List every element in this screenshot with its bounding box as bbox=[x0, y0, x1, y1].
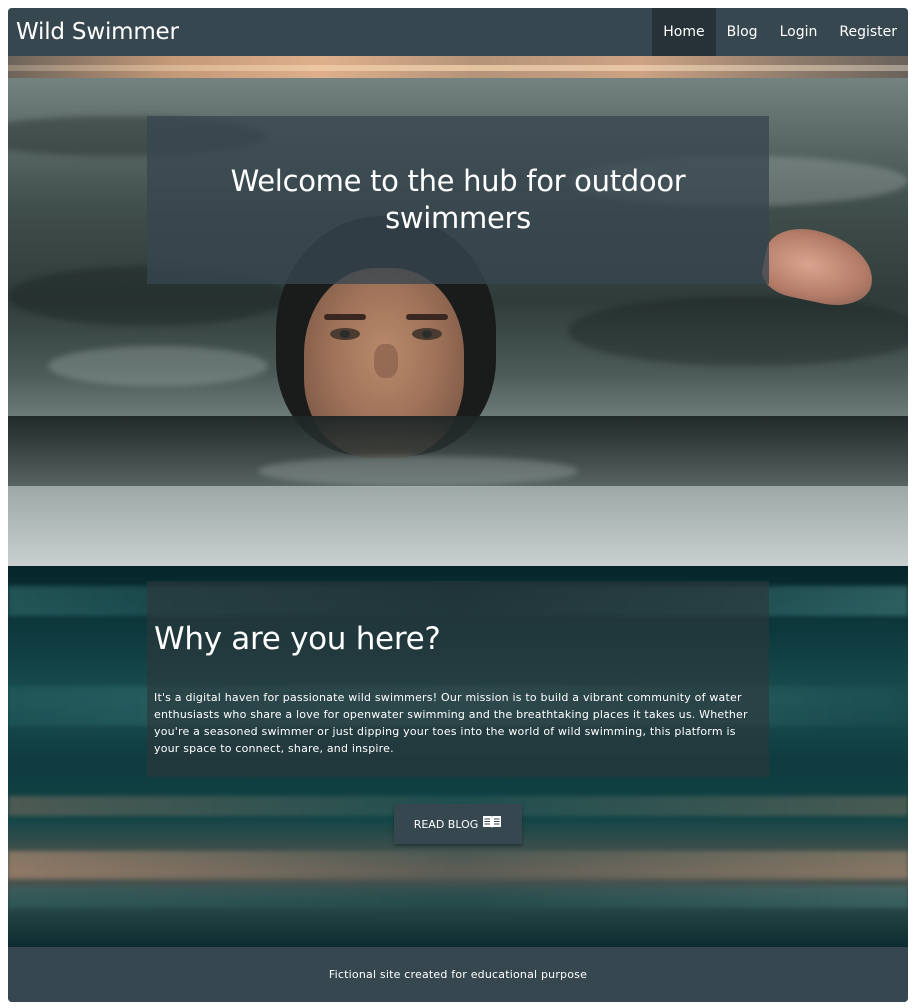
nav-item-register[interactable]: Register bbox=[828, 8, 908, 56]
hero-section: Welcome to the hub for outdoor swimmers bbox=[8, 56, 908, 566]
hero-wave bbox=[48, 346, 268, 386]
water-streak bbox=[8, 851, 908, 879]
hero-wave bbox=[258, 456, 578, 486]
open-book-icon bbox=[482, 815, 502, 829]
about-text: It's a digital haven for passionate wild… bbox=[154, 691, 748, 755]
hero-title: Welcome to the hub for outdoor swimmers bbox=[230, 164, 686, 235]
nav-links: Home Blog Login Register bbox=[652, 8, 908, 56]
water-streak bbox=[8, 886, 908, 908]
about-title: Why are you here? bbox=[154, 621, 441, 657]
footer-text: Fictional site created for educational p… bbox=[328, 968, 588, 981]
footer: Fictional site created for educational p… bbox=[8, 947, 908, 1002]
nav-item-blog[interactable]: Blog bbox=[716, 8, 769, 56]
read-blog-label: READ BLOG bbox=[413, 817, 479, 831]
about-box: Why are you here? It's a digital haven f… bbox=[147, 581, 769, 777]
hero-wave bbox=[568, 296, 908, 366]
about-section: Why are you here? It's a digital haven f… bbox=[8, 566, 908, 947]
brand-logo[interactable]: Wild Swimmer bbox=[16, 19, 179, 45]
hero-title-box: Welcome to the hub for outdoor swimmers bbox=[147, 116, 769, 284]
read-blog-button[interactable]: READ BLOG bbox=[394, 804, 522, 844]
page-frame: Wild Swimmer Home Blog Login Register We… bbox=[8, 8, 908, 1002]
hero-sunset-strip bbox=[8, 56, 908, 78]
nav-item-home[interactable]: Home bbox=[652, 8, 716, 56]
nav-item-login[interactable]: Login bbox=[769, 8, 829, 56]
navbar: Wild Swimmer Home Blog Login Register bbox=[8, 8, 908, 56]
